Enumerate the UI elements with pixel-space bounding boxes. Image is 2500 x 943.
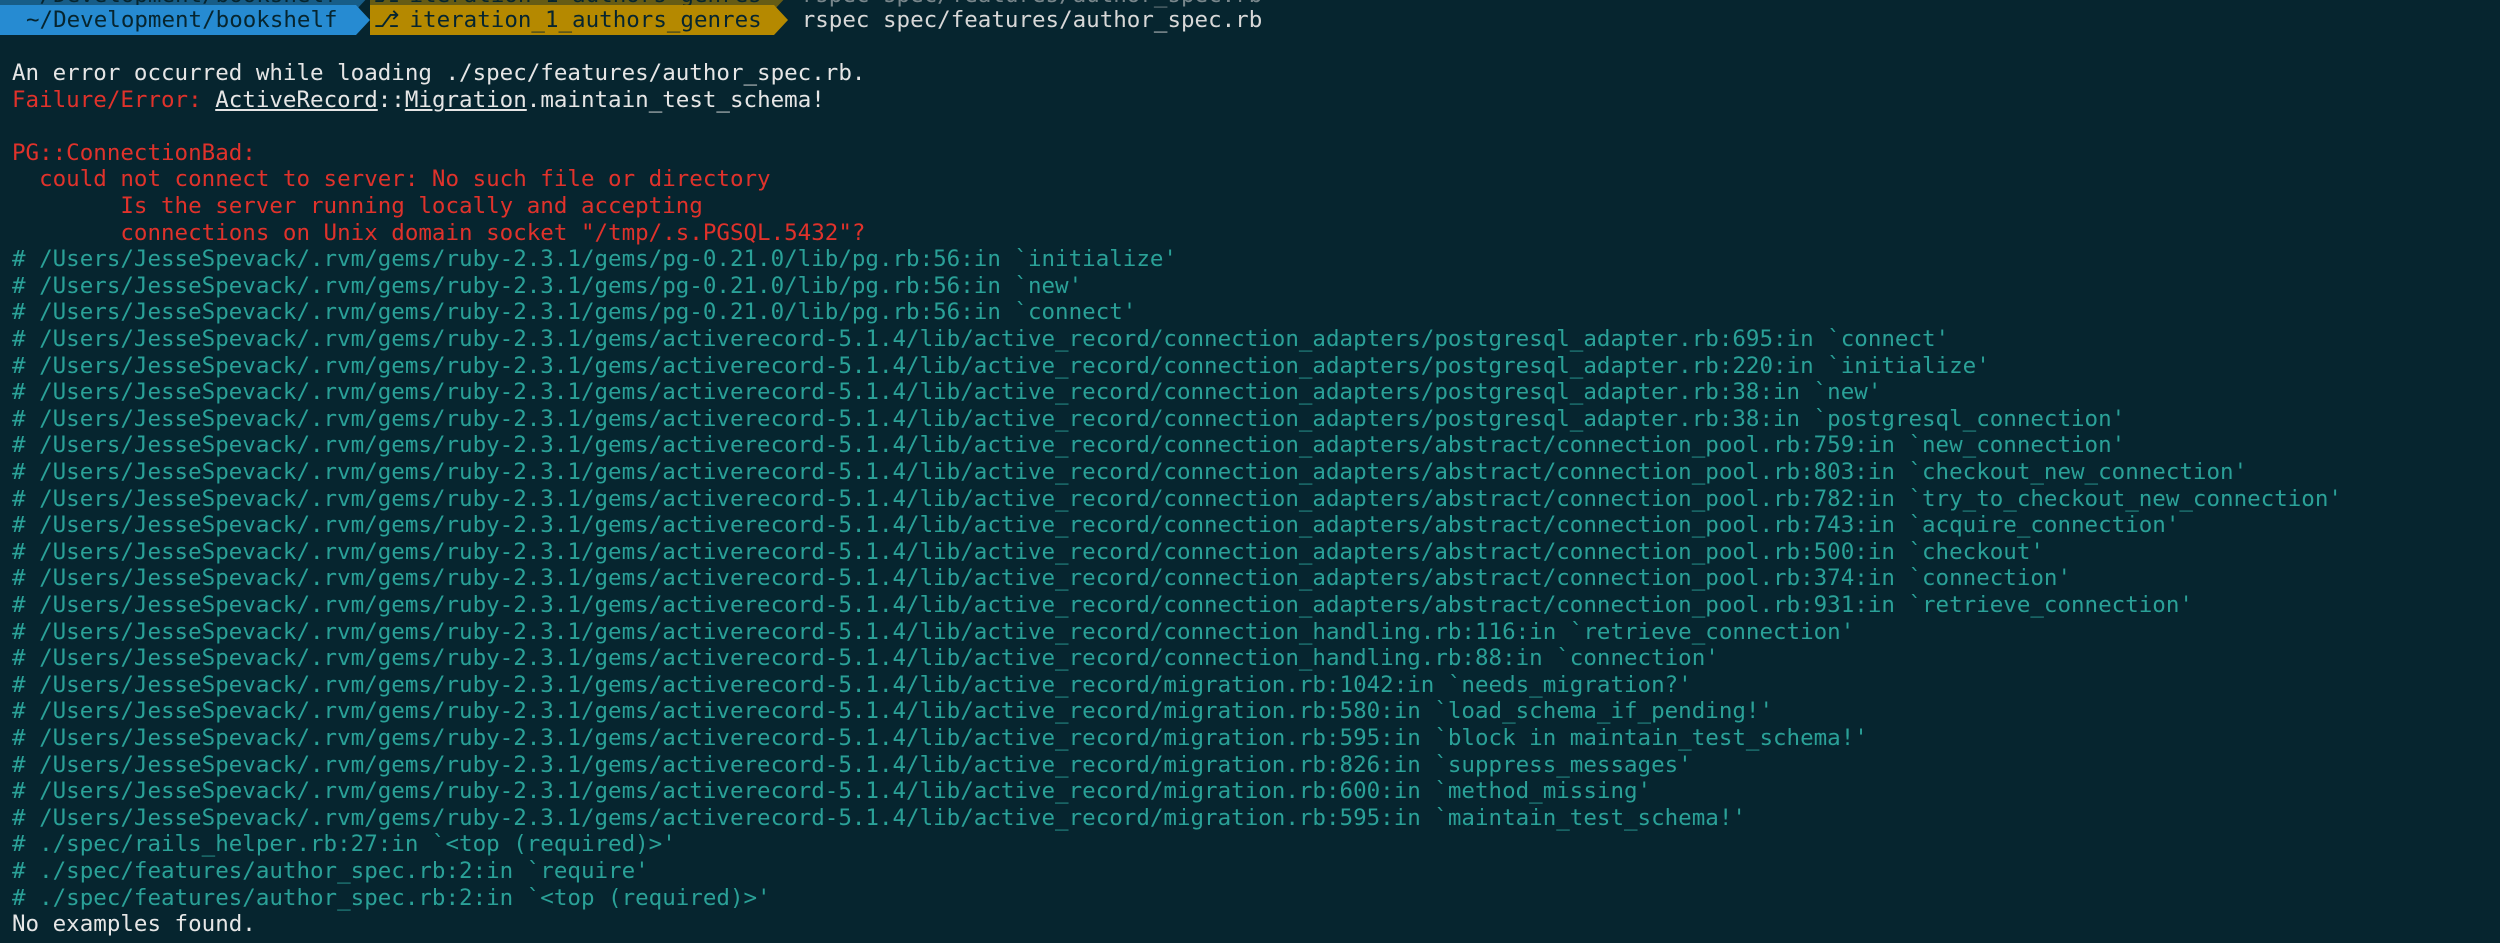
backtrace-line: # /Users/JesseSpevack/.rvm/gems/ruby-2.3…	[12, 538, 2044, 565]
prompt-directory-segment: ~/Development/bookshelf	[0, 5, 356, 35]
backtrace-line: # /Users/JesseSpevack/.rvm/gems/ruby-2.3…	[12, 725, 1868, 751]
backtrace-line: # /Users/JesseSpevack/.rvm/gems/ruby-2.3…	[12, 272, 1083, 299]
backtrace-line: # /Users/JesseSpevack/.rvm/gems/ruby-2.3…	[12, 299, 1137, 326]
powerline-separator	[773, 5, 788, 35]
shell-prompt: ~/Development/bookshelf ⎇ iteration_1_au…	[0, 5, 1262, 35]
backtrace-line: # /Users/JesseSpevack/.rvm/gems/ruby-2.3…	[12, 405, 2126, 432]
backtrace-line: # /Users/JesseSpevack/.rvm/gems/ruby-2.3…	[12, 379, 1882, 406]
failure-class: ActiveRecord	[215, 86, 378, 113]
prompt-branch-segment: ⎇ iteration_1_authors_genres	[369, 5, 774, 35]
exception-message-line: connections on Unix domain socket "/tmp/…	[12, 219, 866, 246]
backtrace-line: # ./spec/features/author_spec.rb:2:in `r…	[12, 858, 649, 884]
failure-label: Failure/Error:	[12, 86, 216, 113]
failure-method: .maintain_test_schema!	[526, 86, 825, 113]
exception-message-line: Is the server running locally and accept…	[12, 193, 703, 219]
exception-class-line: PG::ConnectionBad:	[12, 139, 256, 166]
backtrace-line: # /Users/JesseSpevack/.rvm/gems/ruby-2.3…	[12, 565, 2072, 592]
error-loading-line: An error occurred while loading ./spec/f…	[12, 60, 866, 86]
powerline-separator	[355, 5, 370, 35]
backtrace-line: # /Users/JesseSpevack/.rvm/gems/ruby-2.3…	[12, 671, 1692, 698]
backtrace-line: # /Users/JesseSpevack/.rvm/gems/ruby-2.3…	[12, 698, 1773, 725]
backtrace-line: # /Users/JesseSpevack/.rvm/gems/ruby-2.3…	[12, 485, 2342, 512]
backtrace-line: # /Users/JesseSpevack/.rvm/gems/ruby-2.3…	[12, 326, 1950, 352]
backtrace-line: # /Users/JesseSpevack/.rvm/gems/ruby-2.3…	[12, 512, 2180, 539]
backtrace-line: # /Users/JesseSpevack/.rvm/gems/ruby-2.3…	[12, 592, 2193, 618]
backtrace-line: # /Users/JesseSpevack/.rvm/gems/ruby-2.3…	[12, 751, 1692, 778]
backtrace-line: # /Users/JesseSpevack/.rvm/gems/ruby-2.3…	[12, 459, 2248, 485]
prompt-branch-label: iteration_1_authors_genres	[409, 7, 762, 33]
git-branch-icon: ⎇	[373, 7, 400, 33]
backtrace-line: # /Users/JesseSpevack/.rvm/gems/ruby-2.3…	[12, 804, 1746, 831]
backtrace-line: # ./spec/features/author_spec.rb:2:in `<…	[12, 884, 771, 911]
backtrace-line: # /Users/JesseSpevack/.rvm/gems/ruby-2.3…	[12, 618, 1855, 645]
failure-error-line: Failure/Error: ActiveRecord::Migration.m…	[12, 87, 825, 114]
failure-module: Migration	[404, 86, 527, 113]
backtrace-line: # /Users/JesseSpevack/.rvm/gems/ruby-2.3…	[12, 352, 1990, 379]
prompt-command: rspec spec/features/author_spec.rb	[801, 6, 1263, 33]
backtrace-line: # ./spec/rails_helper.rb:27:in `<top (re…	[12, 831, 676, 858]
backtrace-line: # /Users/JesseSpevack/.rvm/gems/ruby-2.3…	[12, 432, 2126, 459]
backtrace-line: # /Users/JesseSpevack/.rvm/gems/ruby-2.3…	[12, 246, 1177, 273]
backtrace-line: # /Users/JesseSpevack/.rvm/gems/ruby-2.3…	[12, 645, 1719, 672]
summary-line: No examples found.	[12, 911, 256, 938]
exception-message-line: could not connect to server: No such fil…	[12, 166, 771, 193]
terminal-window[interactable]: ~/Development/bookshelf ⎇ iteration_1_au…	[0, 0, 2500, 943]
failure-separator: ::	[377, 86, 405, 113]
backtrace-line: # /Users/JesseSpevack/.rvm/gems/ruby-2.3…	[12, 778, 1652, 805]
